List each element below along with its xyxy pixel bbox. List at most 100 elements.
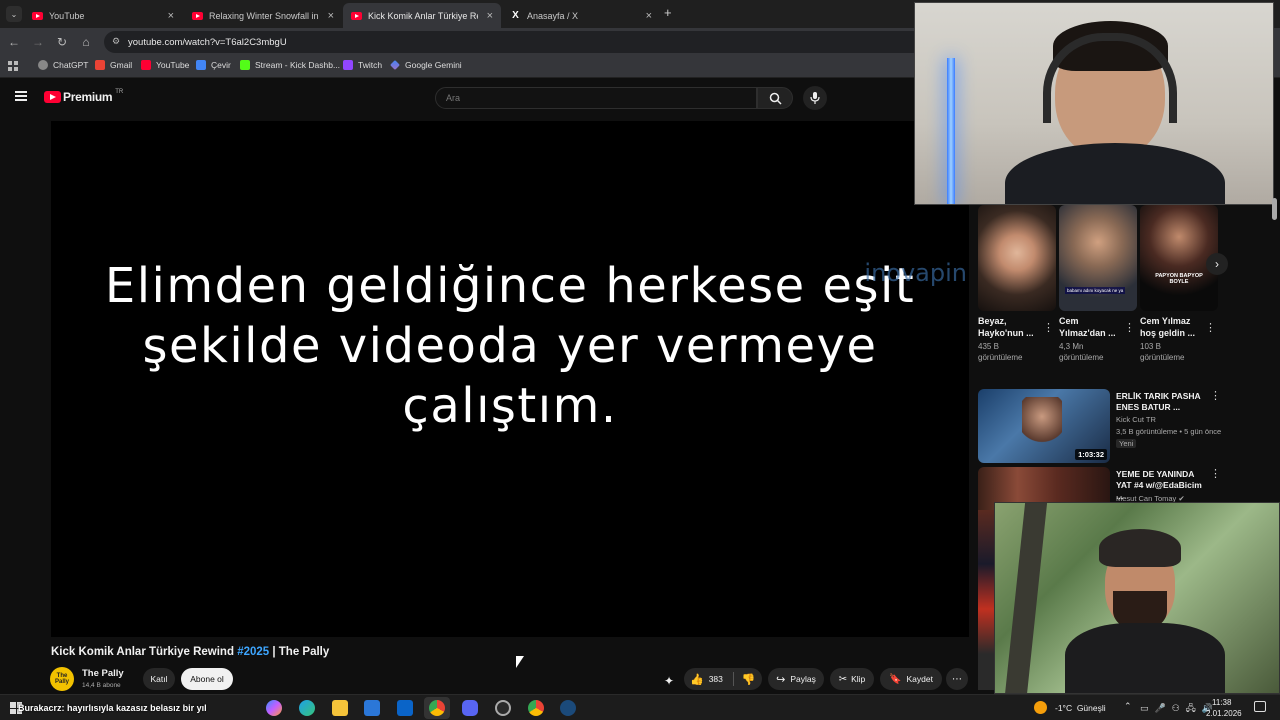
short-views: 4,3 Mn görüntüleme xyxy=(1059,342,1104,362)
close-tab-icon[interactable]: × xyxy=(487,10,493,22)
sparkle-ask-icon[interactable]: ✦ xyxy=(664,674,674,688)
clip-button[interactable]: ✂ Klip xyxy=(830,668,874,690)
short-views: 435 B görüntüleme xyxy=(978,342,1023,362)
chrome-profile-icon[interactable] xyxy=(528,700,544,716)
person-beanie xyxy=(1099,529,1181,567)
notification-icon[interactable] xyxy=(1254,701,1266,712)
bookmark-translate[interactable]: Çevir xyxy=(196,60,231,70)
video-title-link[interactable]: ERLİK TARIK PASHA ENES BATUR ... xyxy=(1116,391,1208,413)
search-button[interactable] xyxy=(757,87,793,109)
new-badge-label: Yeni xyxy=(1116,439,1137,448)
file-explorer-icon[interactable] xyxy=(332,700,348,716)
bookmark-gmail[interactable]: Gmail xyxy=(95,60,132,70)
shorts-next-button[interactable]: › xyxy=(1206,253,1228,275)
bookmark-label: ChatGPT xyxy=(53,60,89,70)
person-body xyxy=(1065,623,1225,693)
outlook-icon[interactable] xyxy=(397,700,413,716)
back-arrow-icon[interactable]: ← xyxy=(6,34,22,50)
short-card[interactable]: PAPYON BAPYOP BOYLE Cem Yılmaz hoş geldi… xyxy=(1140,205,1218,363)
bookmark-youtube[interactable]: YouTube xyxy=(141,60,189,70)
bookmark-label: Stream - Kick Dashb... xyxy=(255,60,341,70)
weather-text[interactable]: -1°C Güneşli xyxy=(1055,703,1106,713)
youtube-premium-logo[interactable]: Premium TR xyxy=(44,89,123,104)
clock-date[interactable]: 2.01.2026 xyxy=(1206,709,1242,718)
like-button[interactable]: 👍 383 xyxy=(690,673,723,686)
short-thumbnail[interactable]: babamı adını koyacak ne ya xyxy=(1059,205,1137,311)
address-bar[interactable]: ⚙ youtube.com/watch?v=T6al2C3mbgU xyxy=(104,31,924,53)
bookmark-twitch[interactable]: Twitch xyxy=(343,60,382,70)
tab-youtube[interactable]: YouTube × xyxy=(24,3,182,28)
youtube-logo-icon xyxy=(44,91,61,103)
thumbs-down-icon[interactable]: 👎 xyxy=(742,673,756,686)
apps-grid-icon[interactable] xyxy=(8,61,18,71)
windows-taskbar: Burakacrz: hayırlısıyla kazasız belasız … xyxy=(0,694,1280,720)
short-card[interactable]: babamı adını koyacak ne ya Cem Yılmaz'da… xyxy=(1059,205,1137,363)
tab-relaxing-winter[interactable]: Relaxing Winter Snowfall in Sw × xyxy=(184,3,342,28)
save-button[interactable]: 🔖 Kaydet xyxy=(880,668,942,690)
short-title[interactable]: Cem Yılmaz hoş geldin ... xyxy=(1140,315,1202,339)
search-input[interactable]: Ara xyxy=(435,87,757,109)
video-meta: 3,5 B görüntüleme • 5 gün önce xyxy=(1116,427,1222,436)
recommended-video[interactable]: 1:03:32 ERLİK TARIK PASHA ENES BATUR ...… xyxy=(978,389,1223,465)
tab-x[interactable]: X Anasayfa / X × xyxy=(502,3,660,28)
chevron-up-icon[interactable]: ⌃ xyxy=(1124,701,1132,712)
edge-icon[interactable] xyxy=(299,700,315,716)
forward-arrow-icon[interactable]: → xyxy=(30,34,46,50)
close-tab-icon[interactable]: × xyxy=(168,10,174,22)
voice-search-button[interactable] xyxy=(803,86,827,110)
join-button[interactable]: Katıl xyxy=(143,668,175,690)
short-title[interactable]: Cem Yılmaz'dan ... xyxy=(1059,315,1121,339)
bookmark-icon: 🔖 xyxy=(889,673,902,685)
home-icon[interactable]: ⌂ xyxy=(78,34,94,50)
tab-list-chevron-icon[interactable]: ⌄ xyxy=(6,6,22,22)
short-title[interactable]: Beyaz, Hayko'nun ... xyxy=(978,315,1040,339)
bookmark-label: YouTube xyxy=(156,60,190,70)
streamer-body xyxy=(1005,143,1225,204)
bookmark-kick[interactable]: Stream - Kick Dashb... xyxy=(240,60,340,70)
title-hashtag-link[interactable]: #2025 xyxy=(237,646,269,658)
bookmark-chatgpt[interactable]: ChatGPT xyxy=(38,60,88,70)
video-channel[interactable]: Kick Cut TR xyxy=(1116,415,1226,425)
obs-icon[interactable] xyxy=(495,700,511,716)
new-tab-plus-icon[interactable]: + xyxy=(664,5,672,20)
reload-icon[interactable]: ↻ xyxy=(54,34,70,50)
channel-name[interactable]: The Pally xyxy=(82,668,124,679)
more-vert-icon[interactable]: ⋮ xyxy=(1210,389,1221,402)
hamburger-menu-icon[interactable] xyxy=(15,91,27,101)
video-thumbnail[interactable]: 1:03:32 xyxy=(978,389,1110,463)
more-vert-icon[interactable]: ⋮ xyxy=(1124,321,1135,334)
discord-icon[interactable] xyxy=(462,700,478,716)
share-arrow-icon: ↪ xyxy=(776,673,786,686)
close-tab-icon[interactable]: × xyxy=(646,10,652,22)
copilot-icon[interactable] xyxy=(266,700,282,716)
caption-line: şekilde videoda yer vermeye xyxy=(142,318,878,374)
close-tab-icon[interactable]: × xyxy=(328,10,334,22)
short-card[interactable]: Beyaz, Hayko'nun ... 435 B görüntüleme ⋮ xyxy=(978,205,1056,363)
video-title: Kick Komik Anlar Türkiye Rewind #2025 | … xyxy=(51,646,329,658)
microphone-icon xyxy=(810,92,820,104)
clock-time[interactable]: 11:38 xyxy=(1212,698,1231,707)
chrome-icon[interactable] xyxy=(429,700,445,716)
site-info-icon[interactable]: ⚙ xyxy=(112,36,120,47)
tab-title: YouTube xyxy=(49,10,85,21)
subscribe-button[interactable]: Abone ol xyxy=(181,668,233,690)
bookmark-gemini[interactable]: Google Gemini xyxy=(390,60,462,70)
microsoft-store-icon[interactable] xyxy=(364,700,380,716)
steam-icon[interactable] xyxy=(560,700,576,716)
more-vert-icon[interactable]: ⋮ xyxy=(1210,467,1221,480)
chatgpt-icon xyxy=(38,60,48,70)
more-vert-icon[interactable]: ⋮ xyxy=(1043,321,1054,334)
video-player[interactable]: Elimden geldiğince herkese eşit şekilde … xyxy=(51,121,969,637)
more-vert-icon[interactable]: ⋮ xyxy=(1205,321,1216,334)
like-count: 383 xyxy=(708,674,723,684)
tab-kick-komik[interactable]: Kick Komik Anlar Türkiye Rewin × xyxy=(343,3,501,28)
share-button[interactable]: ↪ Paylaş xyxy=(768,668,824,690)
youtube-favicon-icon xyxy=(32,10,43,21)
more-actions-button[interactable]: ⋯ xyxy=(946,668,968,690)
sidebar-scrollbar[interactable] xyxy=(1272,198,1277,220)
search-icon xyxy=(769,92,782,105)
channel-avatar[interactable]: The Pally xyxy=(50,667,74,691)
address-url: youtube.com/watch?v=T6al2C3mbgU xyxy=(128,36,287,48)
recommended-video[interactable]: YEME DE YANINDA YAT #4 w/@EdaBicim ... M… xyxy=(978,467,1223,541)
short-thumbnail[interactable] xyxy=(978,205,1056,311)
